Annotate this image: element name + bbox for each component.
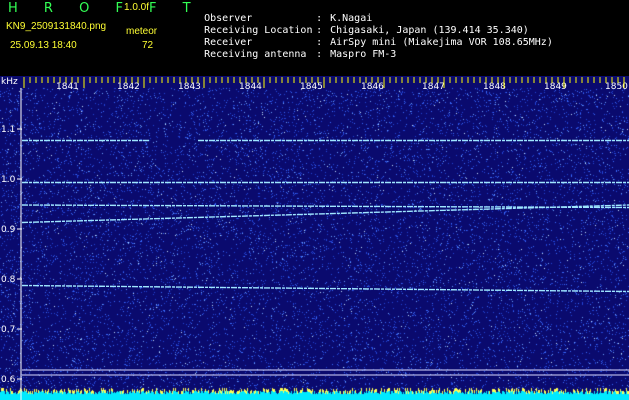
datetime: 25.09.13 18:40 (10, 40, 77, 51)
signal-trace (21, 284, 629, 293)
y-tick-label: 0.7 (1, 325, 15, 335)
time-label: 1847 (422, 82, 445, 92)
time-label: 1845 (300, 82, 323, 92)
signal-traces (21, 139, 629, 293)
reference-lines (22, 369, 629, 376)
app-title: H R O F F T (8, 1, 202, 16)
info-antenna: Receiving antenna: Maspro FM-3 (180, 40, 396, 70)
time-label: 1843 (178, 82, 201, 92)
y-tick-label: 0.6 (1, 375, 16, 385)
info-value: Maspro FM-3 (330, 49, 397, 60)
file-name: KN9_2509131840.png (6, 21, 107, 32)
spectrogram-panel: kHz 1.1 1.0 0.9 0.8 0.7 0.6 1841 1842 1843 1844 1… (0, 76, 629, 400)
info-colon: : (316, 49, 323, 60)
time-axis: 1841 1842 1843 1844 1845 1846 1847 1848 1849 1850 (23, 77, 628, 92)
time-label: 1848 (483, 82, 506, 92)
time-label: 1841 (56, 82, 79, 92)
time-label: 1844 (239, 82, 262, 92)
y-axis: 1.1 1.0 0.9 0.8 0.7 0.6 (1, 88, 22, 400)
event-count: 72 (142, 40, 154, 51)
y-tick-label: 0.8 (1, 275, 16, 285)
time-label: 1842 (117, 82, 140, 92)
y-tick-label: 1.1 (1, 125, 15, 135)
time-label: 1846 (361, 82, 384, 92)
y-unit-label: kHz (1, 77, 18, 87)
mode-label: meteor (126, 26, 158, 37)
y-tick-label: 1.0 (1, 175, 16, 185)
header-panel: H R O F F T 1.0.0f KN9_2509131840.png me… (0, 0, 629, 76)
signal-trace (21, 204, 629, 209)
y-tick-label: 0.9 (1, 225, 16, 235)
info-label: Receiving antenna (204, 49, 307, 60)
spectrogram-overlay: kHz 1.1 1.0 0.9 0.8 0.7 0.6 1841 1842 1843 1844 1… (1, 77, 629, 400)
time-label: 1850 (605, 82, 628, 92)
signal-trace (21, 204, 629, 224)
app-version: 1.0.0f (124, 2, 150, 13)
